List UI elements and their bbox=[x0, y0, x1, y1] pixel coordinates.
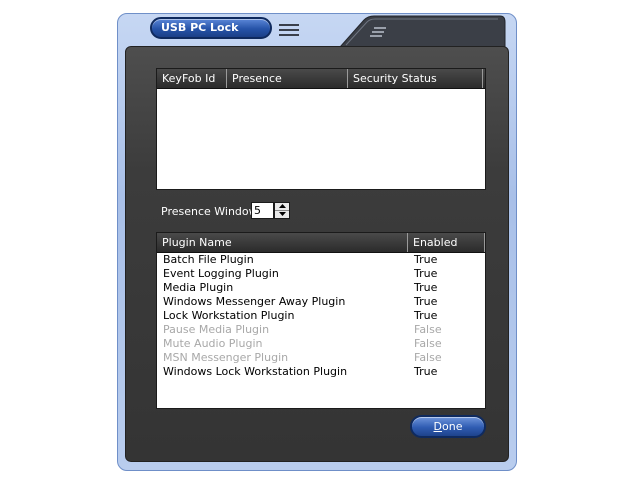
plugin-name: MSN Messenger Plugin bbox=[163, 351, 289, 364]
table-row[interactable]: Media Plugin True bbox=[157, 281, 485, 295]
plugin-table[interactable]: Plugin Name Enabled Batch File Plugin Tr… bbox=[156, 232, 486, 409]
table-row[interactable]: Windows Lock Workstation Plugin True bbox=[157, 365, 485, 379]
keyfob-table-header: KeyFob Id Presence Security Status bbox=[157, 69, 485, 89]
window-title[interactable]: USB PC Lock bbox=[150, 17, 272, 39]
plugin-name: Event Logging Plugin bbox=[163, 267, 279, 280]
plugin-name: Mute Audio Plugin bbox=[163, 337, 263, 350]
table-row[interactable]: MSN Messenger Plugin False bbox=[157, 351, 485, 365]
plugin-enabled: True bbox=[414, 365, 438, 378]
plugin-enabled: True bbox=[414, 281, 438, 294]
plugin-enabled: True bbox=[414, 267, 438, 280]
table-row[interactable]: Mute Audio Plugin False bbox=[157, 337, 485, 351]
table-row[interactable]: Batch File Plugin True bbox=[157, 253, 485, 267]
plugin-enabled: False bbox=[414, 351, 442, 364]
arrow-up-icon[interactable] bbox=[275, 203, 289, 211]
window-title-text: USB PC Lock bbox=[161, 21, 239, 34]
window-grip-icon[interactable] bbox=[340, 14, 506, 48]
column-header-security-status[interactable]: Security Status bbox=[348, 69, 483, 88]
presence-window-label: Presence Window bbox=[161, 205, 258, 218]
plugin-name: Media Plugin bbox=[163, 281, 234, 294]
plugin-name: Batch File Plugin bbox=[163, 253, 254, 266]
arrow-down-icon[interactable] bbox=[275, 211, 289, 218]
plugin-enabled: False bbox=[414, 323, 442, 336]
table-row[interactable]: Event Logging Plugin True bbox=[157, 267, 485, 281]
done-button-mnemonic: D bbox=[433, 420, 442, 433]
hamburger-menu-icon[interactable] bbox=[279, 24, 299, 38]
keyfob-table[interactable]: KeyFob Id Presence Security Status bbox=[156, 68, 486, 190]
column-header-plugin-name[interactable]: Plugin Name bbox=[157, 233, 408, 252]
plugin-name: Windows Lock Workstation Plugin bbox=[163, 365, 348, 378]
plugin-name: Windows Messenger Away Plugin bbox=[163, 295, 346, 308]
column-header-enabled[interactable]: Enabled bbox=[408, 233, 485, 252]
table-row[interactable]: Windows Messenger Away Plugin True bbox=[157, 295, 485, 309]
table-row[interactable]: Pause Media Plugin False bbox=[157, 323, 485, 337]
table-row[interactable]: Lock Workstation Plugin True bbox=[157, 309, 485, 323]
plugin-enabled: True bbox=[414, 295, 438, 308]
plugin-enabled: True bbox=[414, 253, 438, 266]
done-button-label: one bbox=[442, 420, 463, 433]
plugin-name: Lock Workstation Plugin bbox=[163, 309, 295, 322]
presence-window-input[interactable] bbox=[251, 202, 274, 219]
column-header-keyfob-id[interactable]: KeyFob Id bbox=[157, 69, 227, 88]
plugin-enabled: False bbox=[414, 337, 442, 350]
plugin-name: Pause Media Plugin bbox=[163, 323, 270, 336]
plugin-table-header: Plugin Name Enabled bbox=[157, 233, 485, 253]
column-header-presence[interactable]: Presence bbox=[227, 69, 348, 88]
done-button[interactable]: Done bbox=[410, 415, 486, 438]
presence-window-stepper[interactable] bbox=[274, 202, 290, 219]
plugin-enabled: True bbox=[414, 309, 438, 322]
